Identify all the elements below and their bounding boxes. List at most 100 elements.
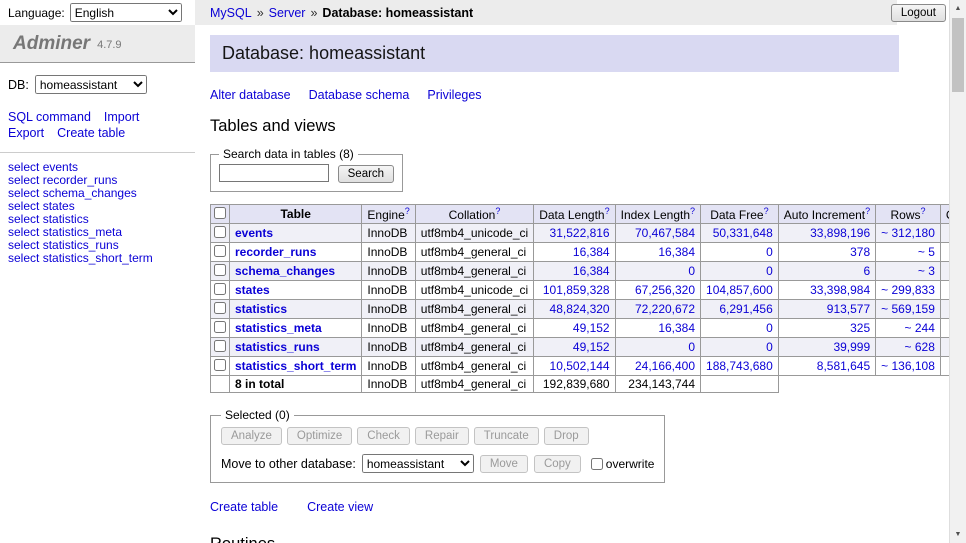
logout-button[interactable]: Logout [891, 4, 946, 22]
cell-rows-link[interactable]: ~ 136,108 [881, 359, 935, 373]
sidebar-table-link-events[interactable]: events [43, 160, 78, 174]
sidebar-select-link-recorder_runs[interactable]: select [8, 173, 39, 187]
truncate-button[interactable]: Truncate [474, 427, 539, 445]
sidebar-select-link-statistics_meta[interactable]: select [8, 225, 39, 239]
cell-data-length-link[interactable]: 16,384 [573, 264, 610, 278]
copy-button[interactable]: Copy [534, 455, 581, 473]
table-link-schema_changes[interactable]: schema_changes [235, 264, 335, 278]
help-link-auto-increment-icon[interactable]: ? [865, 206, 870, 216]
cell-rows-link[interactable]: ~ 5 [918, 245, 935, 259]
overwrite-checkbox[interactable] [591, 458, 603, 470]
cell-rows-link[interactable]: ~ 628 [905, 340, 935, 354]
scroll-up-icon[interactable]: ▲ [950, 0, 966, 17]
select-all-checkbox[interactable] [214, 207, 226, 219]
cell-rows-link[interactable]: ~ 244 [905, 321, 935, 335]
help-link-engine-icon[interactable]: ? [405, 206, 410, 216]
cell-rows-link[interactable]: ~ 312,180 [881, 226, 935, 240]
cell-data-length-link[interactable]: 49,152 [573, 321, 610, 335]
sidebar-table-link-statistics_meta[interactable]: statistics_meta [43, 225, 122, 239]
cell-auto-increment-link[interactable]: 33,898,196 [810, 226, 870, 240]
cell-index-length-link[interactable]: 16,384 [658, 321, 695, 335]
sidebar-select-link-statistics[interactable]: select [8, 212, 39, 226]
sidebar-select-link-statistics_short_term[interactable]: select [8, 251, 39, 265]
cell-data-length-link[interactable]: 16,384 [573, 245, 610, 259]
cell-rows-link[interactable]: ~ 3 [918, 264, 935, 278]
sidebar-select-link-statistics_runs[interactable]: select [8, 238, 39, 252]
sidebar-select-link-schema_changes[interactable]: select [8, 186, 39, 200]
row-checkbox-statistics[interactable] [214, 302, 226, 314]
cell-index-length-link[interactable]: 67,256,320 [635, 283, 695, 297]
cell-index-length-link[interactable]: 0 [688, 340, 695, 354]
alter-database-link[interactable]: Alter database [210, 88, 291, 102]
help-link-data-free-icon[interactable]: ? [764, 206, 769, 216]
breadcrumb-mysql-link[interactable]: MySQL [210, 6, 252, 20]
search-button[interactable]: Search [338, 165, 394, 183]
cell-data-length-link[interactable]: 101,859,328 [543, 283, 610, 297]
sidebar-table-link-states[interactable]: states [43, 199, 75, 213]
sidebar-table-link-statistics_short_term[interactable]: statistics_short_term [43, 251, 153, 265]
repair-button[interactable]: Repair [415, 427, 469, 445]
language-select[interactable]: English [70, 3, 182, 22]
privileges-link[interactable]: Privileges [427, 88, 481, 102]
help-link-rows-icon[interactable]: ? [921, 206, 926, 216]
row-checkbox-statistics_meta[interactable] [214, 321, 226, 333]
table-link-statistics[interactable]: statistics [235, 302, 287, 316]
table-link-statistics_short_term[interactable]: statistics_short_term [235, 359, 356, 373]
help-link-collation-icon[interactable]: ? [495, 206, 500, 216]
cell-rows-link[interactable]: ~ 299,833 [881, 283, 935, 297]
cell-data-free-link[interactable]: 188,743,680 [706, 359, 773, 373]
sidebar-select-link-events[interactable]: select [8, 160, 39, 174]
help-link-data-length-icon[interactable]: ? [605, 206, 610, 216]
scrollbar-thumb[interactable] [952, 18, 964, 92]
search-input[interactable] [219, 164, 329, 182]
cell-auto-increment-link[interactable]: 39,999 [833, 340, 870, 354]
cell-data-length-link[interactable]: 49,152 [573, 340, 610, 354]
sidebar-table-link-schema_changes[interactable]: schema_changes [43, 186, 137, 200]
sidebar-link-sql-command[interactable]: SQL command [8, 109, 91, 125]
cell-data-free-link[interactable]: 0 [766, 264, 773, 278]
row-checkbox-events[interactable] [214, 226, 226, 238]
create-table-link[interactable]: Create table [210, 500, 278, 514]
row-checkbox-statistics_runs[interactable] [214, 340, 226, 352]
database-schema-link[interactable]: Database schema [309, 88, 410, 102]
sidebar-table-link-recorder_runs[interactable]: recorder_runs [43, 173, 118, 187]
create-view-link[interactable]: Create view [307, 500, 373, 514]
cell-auto-increment-link[interactable]: 6 [863, 264, 870, 278]
cell-data-free-link[interactable]: 0 [766, 340, 773, 354]
cell-auto-increment-link[interactable]: 913,577 [827, 302, 870, 316]
help-link-index-length-icon[interactable]: ? [690, 206, 695, 216]
cell-data-length-link[interactable]: 48,824,320 [550, 302, 610, 316]
cell-auto-increment-link[interactable]: 325 [850, 321, 870, 335]
cell-rows-link[interactable]: ~ 569,159 [881, 302, 935, 316]
row-checkbox-schema_changes[interactable] [214, 264, 226, 276]
optimize-button[interactable]: Optimize [287, 427, 352, 445]
move-button[interactable]: Move [480, 455, 528, 473]
cell-index-length-link[interactable]: 0 [688, 264, 695, 278]
breadcrumb-server-link[interactable]: Server [269, 6, 306, 20]
cell-data-free-link[interactable]: 104,857,600 [706, 283, 773, 297]
check-button[interactable]: Check [357, 427, 410, 445]
row-checkbox-statistics_short_term[interactable] [214, 359, 226, 371]
cell-index-length-link[interactable]: 70,467,584 [635, 226, 695, 240]
table-link-states[interactable]: states [235, 283, 270, 297]
row-checkbox-recorder_runs[interactable] [214, 245, 226, 257]
row-checkbox-states[interactable] [214, 283, 226, 295]
vertical-scrollbar[interactable]: ▲ ▼ [949, 0, 966, 543]
cell-data-length-link[interactable]: 31,522,816 [550, 226, 610, 240]
sidebar-link-import[interactable]: Import [104, 109, 139, 125]
cell-auto-increment-link[interactable]: 33,398,984 [810, 283, 870, 297]
adminer-logo-link[interactable]: Adminer [13, 33, 90, 55]
table-link-recorder_runs[interactable]: recorder_runs [235, 245, 316, 259]
cell-data-free-link[interactable]: 50,331,648 [713, 226, 773, 240]
cell-index-length-link[interactable]: 24,166,400 [635, 359, 695, 373]
analyze-button[interactable]: Analyze [221, 427, 282, 445]
drop-button[interactable]: Drop [544, 427, 589, 445]
cell-index-length-link[interactable]: 72,220,672 [635, 302, 695, 316]
sidebar-table-link-statistics_runs[interactable]: statistics_runs [43, 238, 119, 252]
table-link-statistics_runs[interactable]: statistics_runs [235, 340, 320, 354]
cell-data-free-link[interactable]: 6,291,456 [719, 302, 772, 316]
cell-auto-increment-link[interactable]: 378 [850, 245, 870, 259]
db-select[interactable]: homeassistant [35, 75, 147, 94]
cell-data-free-link[interactable]: 0 [766, 245, 773, 259]
table-link-statistics_meta[interactable]: statistics_meta [235, 321, 322, 335]
